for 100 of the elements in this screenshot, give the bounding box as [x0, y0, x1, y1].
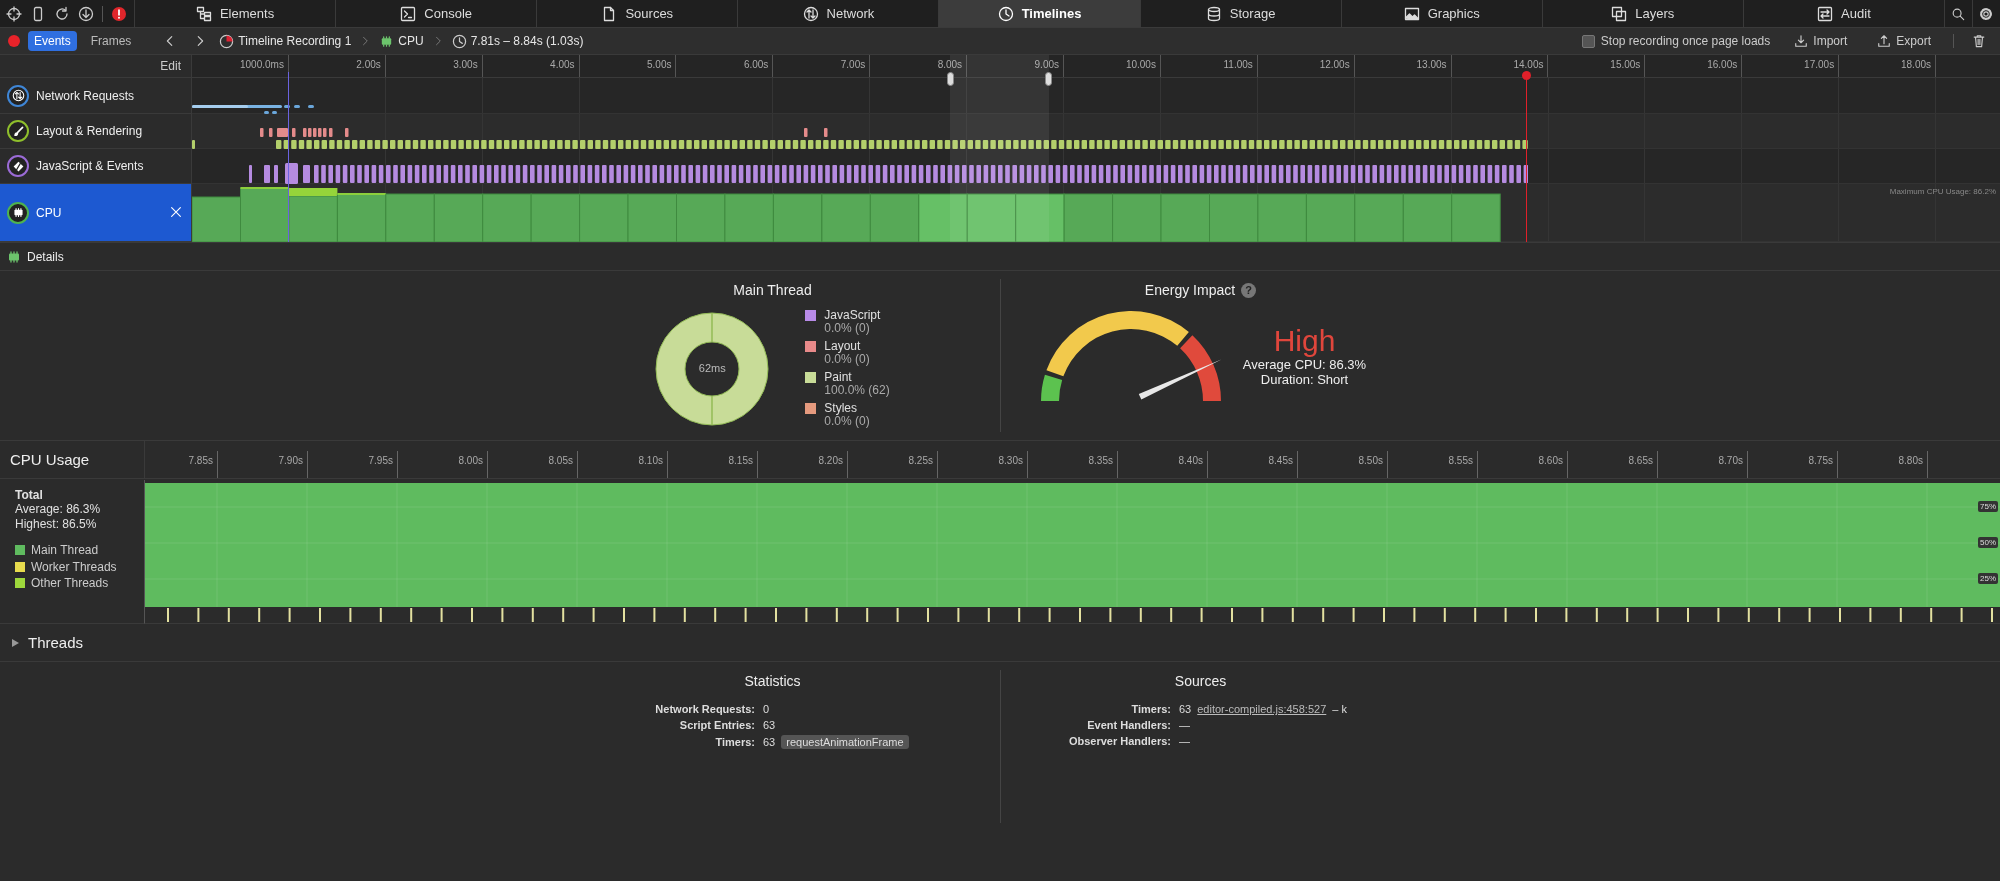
section-title: Main Thread	[733, 281, 812, 299]
range-handle[interactable]	[947, 72, 954, 86]
legend-value: 0.0% (0)	[824, 415, 871, 428]
legend-value: 100.0% (62)	[824, 384, 890, 397]
legend-label: Other Threads	[31, 576, 109, 591]
stat-label: Timers:	[1130, 703, 1171, 715]
ruler-label: 4.00s	[482, 55, 580, 77]
timeline-row-label[interactable]: Network Requests	[0, 78, 192, 114]
database-icon	[1205, 5, 1222, 22]
axis-tick-label: 7.90s	[277, 455, 303, 466]
stat-label: Observer Handlers:	[1067, 735, 1171, 747]
ruler-label: 12.00s	[1257, 55, 1355, 77]
error-icon[interactable]	[111, 5, 127, 22]
stat-value: 63	[763, 719, 776, 731]
axis-tick-label: 50%	[1978, 537, 1998, 548]
ruler-label: 17.00s	[1742, 55, 1840, 77]
range-handle[interactable]	[1045, 72, 1052, 86]
axis-tick-label: 8.80s	[1897, 455, 1923, 466]
ruler-label: 13.00s	[1354, 55, 1452, 77]
axis-tick-label: 7.95s	[367, 455, 393, 466]
axis-tick-label: 8.75s	[1807, 455, 1833, 466]
image-icon	[1403, 5, 1420, 22]
function-name: – k	[1332, 703, 1347, 715]
timeline-row-label[interactable]: JavaScript & Events	[0, 149, 192, 184]
tree-icon	[195, 5, 212, 22]
checkbox[interactable]	[1581, 34, 1595, 48]
breadcrumb[interactable]: Timeline Recording 1	[219, 33, 352, 49]
axis-tick-label: 8.10s	[637, 455, 663, 466]
axis-tick-label: 8.45s	[1267, 455, 1293, 466]
ruler-label: 6.00s	[676, 55, 774, 77]
axis-tick-label: 8.20s	[817, 455, 843, 466]
axis-tick-label: 8.25s	[907, 455, 933, 466]
action-button[interactable]: Export	[1871, 33, 1937, 49]
stat-value: 63	[763, 736, 776, 748]
axis-tick-label: 8.30s	[997, 455, 1023, 466]
search-icon[interactable]	[1951, 6, 1966, 21]
ruler-label: 3.00s	[385, 55, 483, 77]
legend-label: Layout	[824, 340, 862, 353]
energy-rating: High	[1273, 325, 1336, 357]
clock-icon	[997, 5, 1014, 22]
axis-tick-label: 8.40s	[1177, 455, 1203, 466]
stat-label: Script Entries:	[678, 719, 755, 731]
diamond-icon	[11, 159, 25, 173]
download-icon[interactable]	[78, 5, 94, 22]
recording-icon	[219, 33, 235, 49]
stat-value: —	[1179, 735, 1190, 747]
view-mode-tab[interactable]: Frames	[84, 31, 138, 51]
axis-tick-label: 8.50s	[1357, 455, 1383, 466]
tag-label: requestAnimationFrame	[781, 735, 909, 749]
legend-label: Styles	[824, 402, 858, 415]
close-button[interactable]	[169, 204, 183, 219]
ruler-label: 10.00s	[1064, 55, 1161, 77]
stat-value: —	[1179, 719, 1190, 731]
tab[interactable]: Timelines	[938, 0, 1140, 27]
section-title: CPU Usage	[10, 451, 90, 468]
brush-icon	[11, 124, 25, 138]
current-time-marker	[1522, 71, 1531, 80]
ruler-label: 11.00s	[1160, 55, 1258, 77]
view-mode-tab[interactable]: Events	[28, 31, 77, 51]
ruler-label: 16.00s	[1645, 55, 1743, 77]
disclosure-triangle-icon[interactable]	[10, 637, 20, 648]
stat-value: 63	[1179, 703, 1192, 715]
import-icon	[1794, 34, 1809, 48]
axis-tick-label: 8.35s	[1087, 455, 1113, 466]
record-button[interactable]	[8, 35, 20, 47]
breadcrumb[interactable]: 7.81s – 8.84s (1.03s)	[451, 33, 584, 49]
legend-value: 0.0% (0)	[824, 322, 870, 335]
axis-tick-label: 8.60s	[1537, 455, 1563, 466]
help-button[interactable]: ?	[1241, 282, 1257, 298]
breadcrumb[interactable]: CPU	[379, 33, 424, 49]
stat-label: Timers:	[714, 736, 755, 748]
timeline-row-label[interactable]: Layout & Rendering	[0, 114, 192, 149]
duration-label: Duration: Short	[1260, 372, 1349, 387]
action-button[interactable]: Import	[1788, 33, 1854, 49]
stat-value: 0	[763, 703, 770, 715]
section-title: Sources	[1174, 673, 1227, 689]
details-label: Details	[27, 249, 64, 264]
edit-button[interactable]: Edit	[160, 59, 181, 73]
chart-total: 62ms	[697, 361, 727, 374]
total-label: Total	[15, 487, 44, 502]
legend-label: Worker Threads	[31, 559, 117, 574]
axis-tick-label: 8.70s	[1717, 455, 1743, 466]
stat-label: Event Handlers:	[1086, 719, 1171, 731]
legend-label: Main Thread	[31, 543, 99, 558]
reload-icon[interactable]	[54, 5, 70, 22]
timeline-row-label[interactable]: CPU	[0, 184, 192, 242]
crosshair-icon[interactable]	[6, 5, 22, 22]
arrows-icon	[802, 5, 819, 22]
settings-icon[interactable]	[1979, 6, 1994, 21]
ruler-label: 15.00s	[1548, 55, 1646, 77]
section-title: Energy Impact	[1144, 282, 1236, 298]
trash-icon	[1972, 34, 1986, 48]
source-link[interactable]: editor-compiled.js:458:527	[1197, 703, 1327, 715]
average-label: Average: 86.3%	[15, 502, 102, 517]
ruler-label: 5.00s	[579, 55, 677, 77]
ruler-label: 7.00s	[773, 55, 871, 77]
export-icon	[1877, 34, 1892, 48]
chip-icon	[11, 206, 25, 219]
terminal-icon	[400, 5, 417, 22]
stat-label: Network Requests:	[654, 703, 755, 715]
